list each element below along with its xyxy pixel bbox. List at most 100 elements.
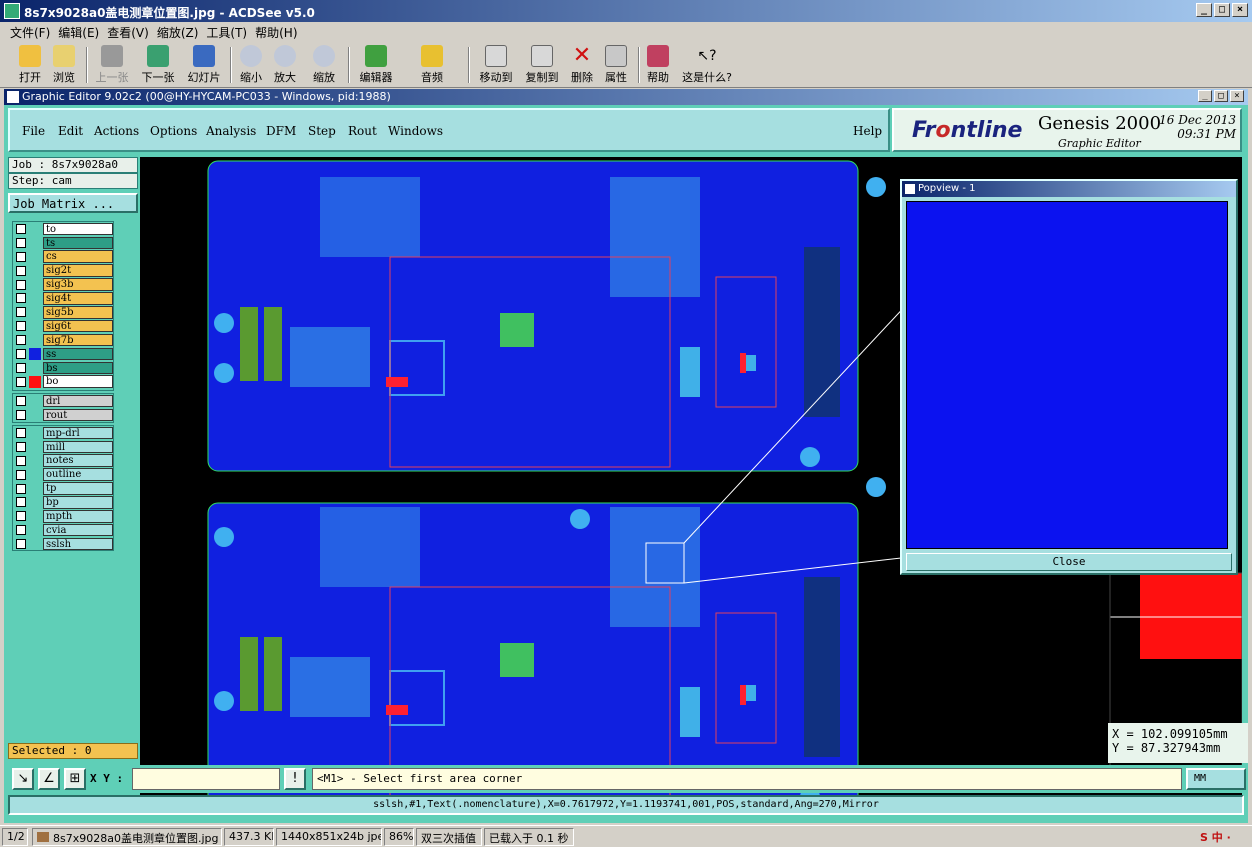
open-button[interactable]: 打开 bbox=[12, 45, 48, 85]
layer-checkbox[interactable] bbox=[16, 279, 26, 290]
genesis-close-button[interactable]: × bbox=[1230, 90, 1244, 102]
measure-icon[interactable]: ∠ bbox=[38, 768, 60, 790]
layer-row-sig6t[interactable]: sig6t bbox=[13, 319, 113, 333]
layer-checkbox[interactable] bbox=[16, 427, 26, 438]
layer-checkbox[interactable] bbox=[16, 251, 26, 262]
editor-button[interactable]: 编辑器 bbox=[354, 45, 398, 85]
zoom-in-button[interactable]: 放大 bbox=[270, 45, 300, 85]
popview-viewport[interactable] bbox=[906, 201, 1228, 549]
zoom-button[interactable]: 缩放 bbox=[306, 45, 342, 85]
layer-row-sig3b[interactable]: sig3b bbox=[13, 278, 113, 292]
gen-menu-file[interactable]: File bbox=[22, 124, 45, 138]
menu-tools[interactable]: 工具(T) bbox=[202, 22, 251, 41]
properties-button[interactable]: 属性 bbox=[600, 45, 632, 85]
layer-checkbox[interactable] bbox=[16, 376, 26, 387]
gen-menu-dfm[interactable]: DFM bbox=[266, 124, 296, 138]
xy-input[interactable] bbox=[132, 768, 280, 790]
prev-image-button[interactable]: 上一张 bbox=[92, 45, 132, 85]
audio-button[interactable]: 音频 bbox=[414, 45, 450, 85]
help-button[interactable]: 帮助 bbox=[642, 45, 674, 85]
layer-checkbox[interactable] bbox=[16, 348, 26, 359]
menu-help[interactable]: 帮助(H) bbox=[251, 22, 301, 41]
layer-row-bs[interactable]: bs bbox=[13, 361, 113, 375]
next-image-button[interactable]: 下一张 bbox=[138, 45, 178, 85]
browse-icon bbox=[53, 45, 75, 67]
layer-name: sslsh bbox=[43, 537, 113, 551]
layer-checkbox[interactable] bbox=[16, 335, 26, 346]
layer-row-cvia[interactable]: cvia bbox=[13, 523, 113, 537]
restore-button[interactable]: □ bbox=[1214, 3, 1230, 17]
layer-checkbox[interactable] bbox=[16, 469, 26, 480]
popview-close-button[interactable]: Close bbox=[906, 553, 1232, 571]
layer-row-sig4t[interactable]: sig4t bbox=[13, 291, 113, 305]
layer-row-ts[interactable]: ts bbox=[13, 236, 113, 250]
layer-checkbox[interactable] bbox=[16, 539, 26, 550]
layer-checkbox[interactable] bbox=[16, 409, 26, 420]
minimize-button[interactable]: _ bbox=[1196, 3, 1212, 17]
layer-checkbox[interactable] bbox=[16, 321, 26, 332]
layer-name: notes bbox=[43, 454, 113, 467]
layer-checkbox[interactable] bbox=[16, 223, 26, 234]
layer-row-bo[interactable]: bo bbox=[13, 375, 113, 389]
layer-checkbox[interactable] bbox=[16, 237, 26, 248]
menu-view[interactable]: 查看(V) bbox=[103, 22, 153, 41]
copy-to-button[interactable]: 复制到 bbox=[520, 45, 564, 85]
ime-indicator-icon[interactable]: S 中 · bbox=[1196, 828, 1250, 846]
layer-checkbox[interactable] bbox=[16, 265, 26, 276]
menu-file[interactable]: 文件(F) bbox=[6, 22, 54, 41]
layer-row-mp-drl[interactable]: mp-drl bbox=[13, 426, 113, 440]
zoom-out-button[interactable]: 缩小 bbox=[236, 45, 266, 85]
layer-row-to[interactable]: to bbox=[13, 222, 113, 236]
genesis-minimize-button[interactable]: _ bbox=[1198, 90, 1212, 102]
layer-checkbox[interactable] bbox=[16, 455, 26, 466]
layer-checkbox[interactable] bbox=[16, 395, 26, 406]
delete-button[interactable]: ✕ 删除 bbox=[566, 45, 598, 85]
units-select[interactable]: MM bbox=[1186, 768, 1246, 790]
info-icon[interactable]: ! bbox=[284, 768, 306, 790]
menu-zoom[interactable]: 缩放(Z) bbox=[153, 22, 203, 41]
job-matrix-button[interactable]: Job Matrix ... bbox=[8, 193, 138, 213]
layer-row-mill[interactable]: mill bbox=[13, 440, 113, 454]
layer-row-drl[interactable]: drl bbox=[13, 394, 113, 408]
layer-checkbox[interactable] bbox=[16, 441, 26, 452]
layer-row-tp[interactable]: tp bbox=[13, 482, 113, 496]
layer-checkbox[interactable] bbox=[16, 483, 26, 494]
menu-edit[interactable]: 编辑(E) bbox=[54, 22, 103, 41]
gen-menu-windows[interactable]: Windows bbox=[388, 124, 443, 138]
grid-icon[interactable]: ⊞ bbox=[64, 768, 86, 790]
whats-this-button[interactable]: ↖? 这是什么? bbox=[678, 45, 736, 85]
layer-row-ss[interactable]: ss bbox=[13, 347, 113, 361]
layer-row-sig7b[interactable]: sig7b bbox=[13, 333, 113, 347]
gen-menu-options[interactable]: Options bbox=[150, 124, 197, 138]
move-to-button[interactable]: 移动到 bbox=[474, 45, 518, 85]
layer-row-cs[interactable]: cs bbox=[13, 250, 113, 264]
layer-checkbox[interactable] bbox=[16, 525, 26, 536]
layer-row-bp[interactable]: bp bbox=[13, 495, 113, 509]
layer-row-mpth[interactable]: mpth bbox=[13, 509, 113, 523]
layer-checkbox[interactable] bbox=[16, 497, 26, 508]
layer-checkbox[interactable] bbox=[16, 362, 26, 373]
copy-icon bbox=[531, 45, 553, 67]
layer-row-rout[interactable]: rout bbox=[13, 408, 113, 422]
pcb-canvas[interactable] bbox=[140, 157, 910, 813]
gen-menu-actions[interactable]: Actions bbox=[94, 124, 139, 138]
close-button[interactable]: × bbox=[1232, 3, 1248, 17]
gen-menu-edit[interactable]: Edit bbox=[58, 124, 83, 138]
slideshow-button[interactable]: 幻灯片 bbox=[184, 45, 224, 85]
snap-icon[interactable]: ↘ bbox=[12, 768, 34, 790]
genesis-restore-button[interactable]: □ bbox=[1214, 90, 1228, 102]
layer-checkbox[interactable] bbox=[16, 293, 26, 304]
browse-button[interactable]: 浏览 bbox=[46, 45, 82, 85]
layer-row-sslsh[interactable]: sslsh bbox=[13, 537, 113, 551]
layer-checkbox[interactable] bbox=[16, 307, 26, 318]
layer-row-sig2t[interactable]: sig2t bbox=[13, 264, 113, 278]
gen-menu-analysis[interactable]: Analysis bbox=[206, 124, 256, 138]
gen-menu-help[interactable]: Help bbox=[853, 124, 882, 138]
layer-row-sig5b[interactable]: sig5b bbox=[13, 305, 113, 319]
layer-checkbox[interactable] bbox=[16, 511, 26, 522]
layer-row-notes[interactable]: notes bbox=[13, 454, 113, 468]
gen-menu-rout[interactable]: Rout bbox=[348, 124, 377, 138]
layer-row-outline[interactable]: outline bbox=[13, 468, 113, 482]
gen-menu-step[interactable]: Step bbox=[308, 124, 336, 138]
layer-name: mpth bbox=[43, 510, 113, 523]
